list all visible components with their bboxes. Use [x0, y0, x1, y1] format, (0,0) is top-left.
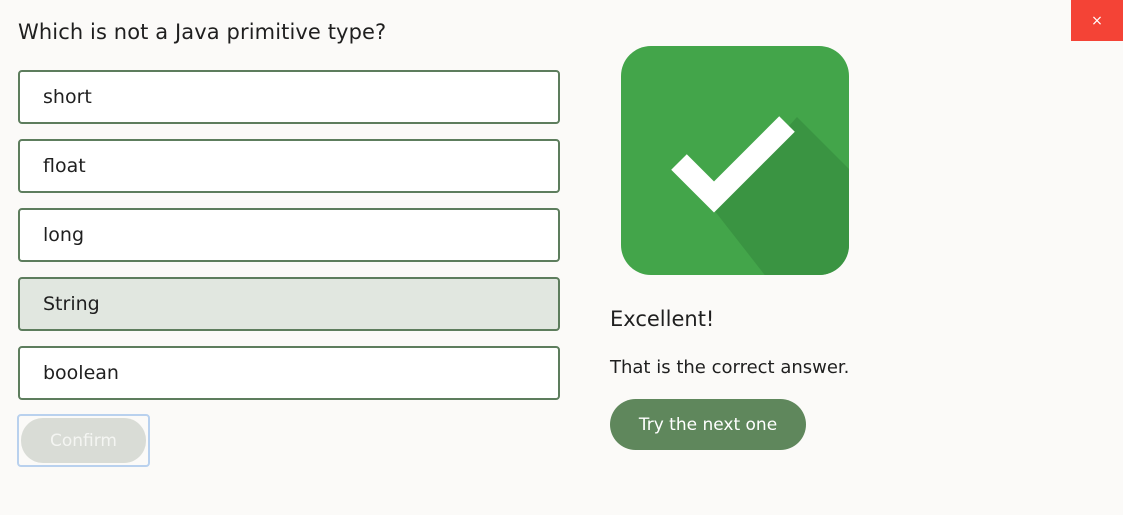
- answer-option-label: float: [43, 155, 86, 177]
- answer-option-label: short: [43, 86, 92, 108]
- confirm-button-label: Confirm: [21, 418, 146, 463]
- answer-option-boolean[interactable]: boolean: [18, 346, 560, 400]
- next-question-button[interactable]: Try the next one: [610, 399, 806, 450]
- answer-option-string[interactable]: String: [18, 277, 560, 331]
- close-button[interactable]: ×: [1071, 0, 1123, 41]
- answer-option-label: boolean: [43, 362, 119, 384]
- question-text: Which is not a Java primitive type?: [18, 20, 387, 44]
- close-icon: ×: [1091, 12, 1103, 29]
- answer-option-short[interactable]: short: [18, 70, 560, 124]
- checkmark-icon: [621, 46, 849, 275]
- answer-option-long[interactable]: long: [18, 208, 560, 262]
- confirm-button[interactable]: Confirm: [17, 414, 150, 467]
- next-question-button-label: Try the next one: [638, 414, 778, 435]
- answer-option-label: String: [43, 293, 100, 315]
- answer-options: short float long String boolean: [18, 70, 560, 415]
- result-message: That is the correct answer.: [610, 357, 850, 378]
- quiz-page: Which is not a Java primitive type? shor…: [0, 0, 1123, 515]
- answer-option-float[interactable]: float: [18, 139, 560, 193]
- result-title: Excellent!: [610, 307, 715, 331]
- answer-option-label: long: [43, 224, 85, 246]
